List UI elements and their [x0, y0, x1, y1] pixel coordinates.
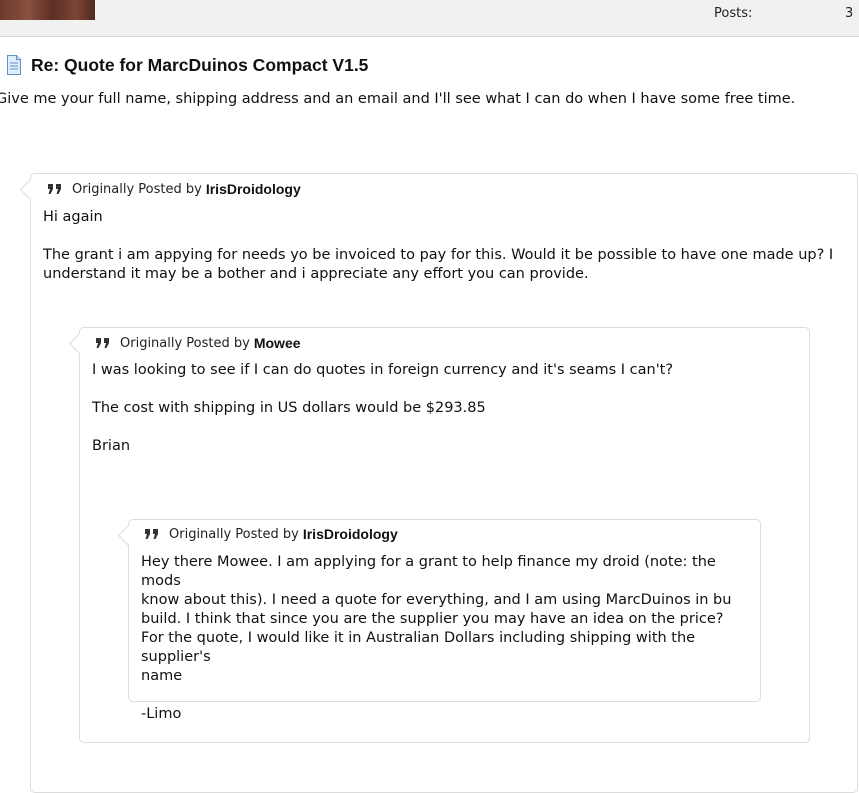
quote-text: I was looking to see if I can do quotes … [92, 361, 792, 456]
posts-count: 3 [845, 6, 854, 21]
quote-line: The grant i am appying for needs yo be i… [43, 247, 834, 263]
quote-header: Originally Posted by Mowee [95, 335, 301, 351]
quote-line: know about this). I need a quote for eve… [141, 592, 732, 608]
quote-author-link[interactable]: IrisDroidology [303, 526, 398, 542]
post-title: Re: Quote for MarcDuinos Compact V1.5 [31, 54, 369, 75]
quote-line: The cost with shipping in US dollars wou… [92, 400, 486, 416]
quote-line: Hi again [43, 209, 103, 225]
quote-header: Originally Posted by IrisDroidology [47, 181, 301, 197]
quote-icon [145, 529, 158, 539]
quote-pointer [68, 332, 91, 355]
quote-pointer [19, 178, 42, 201]
quote-line: understand it may be a bother and i appr… [43, 266, 589, 282]
quote-prefix: Originally Posted by [120, 335, 250, 351]
document-icon [7, 55, 21, 75]
quote-prefix: Originally Posted by [72, 181, 202, 197]
quote-block: Originally Posted by Mowee I was looking… [68, 327, 810, 743]
quote-block: Originally Posted by IrisDroidology Hi a… [19, 173, 858, 793]
quote-line: I was looking to see if I can do quotes … [92, 362, 674, 378]
quote-header: Originally Posted by IrisDroidology [144, 526, 398, 542]
posts-label: Posts: [714, 6, 753, 21]
quote-line: -Limo [141, 706, 182, 722]
quote-line: Brian [92, 438, 131, 454]
quote-icon [96, 338, 109, 348]
quote-icon [48, 184, 61, 194]
quote-author-link[interactable]: IrisDroidology [206, 181, 301, 197]
post-header-bar: Posts: 3 [0, 0, 859, 37]
quote-text: Hey there Mowee. I am applying for a gra… [141, 553, 751, 724]
quote-author-link[interactable]: Mowee [254, 335, 301, 351]
quote-block: Originally Posted by IrisDroidology Hey … [117, 519, 761, 722]
quote-line: For the quote, I would like it in Austra… [141, 630, 696, 665]
quote-prefix: Originally Posted by [169, 526, 299, 542]
quote-text: Hi again The grant i am appying for need… [43, 208, 843, 284]
quote-line: Hey there Mowee. I am applying for a gra… [141, 554, 716, 589]
avatar[interactable] [0, 0, 95, 20]
post-body: Give me your full name, shipping address… [0, 91, 796, 107]
quote-line: build. I think that since you are the su… [141, 611, 724, 627]
quote-line: name [141, 668, 183, 684]
quote-pointer [117, 524, 140, 547]
post-title-row: Re: Quote for MarcDuinos Compact V1.5 [6, 53, 368, 77]
